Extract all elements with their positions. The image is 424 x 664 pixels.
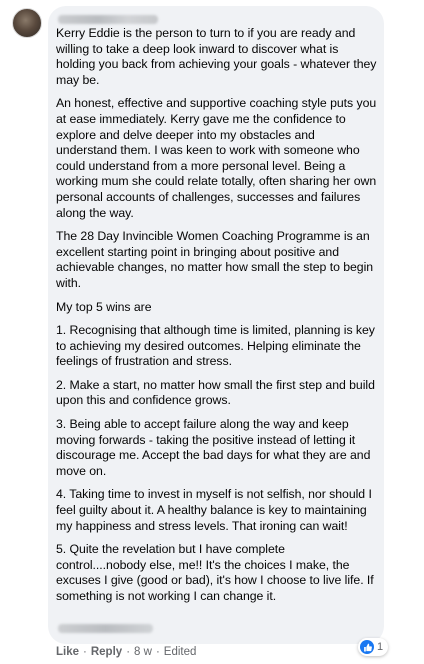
reply-button[interactable]: Reply <box>91 646 122 658</box>
reaction-summary[interactable]: 1 <box>358 638 389 656</box>
signature-redacted <box>58 624 153 633</box>
reaction-count: 1 <box>377 641 384 653</box>
thumbs-up-icon <box>360 640 374 654</box>
comment-paragraph: The 28 Day Invincible Women Coaching Pro… <box>56 229 374 290</box>
comment-paragraph: Kerry Eddie is the person to turn to if … <box>56 26 377 87</box>
comment-paragraph: My top 5 wins are <box>56 299 152 314</box>
timestamp-link[interactable]: 8 w <box>134 646 152 658</box>
comment-paragraph: 2. Make a start, no matter how small the… <box>56 377 375 408</box>
comment-paragraph: 3. Being able to accept failure along th… <box>56 417 371 478</box>
avatar[interactable] <box>12 8 42 38</box>
like-button[interactable]: Like <box>56 646 79 658</box>
comment-actions: Like · Reply · 8 w · Edited <box>56 646 196 658</box>
edited-label[interactable]: Edited <box>164 646 197 658</box>
comment-paragraph: An honest, effective and supportive coac… <box>56 96 377 220</box>
comment-paragraph: 1. Recognising that although time is lim… <box>56 323 375 369</box>
comment-body: Kerry Eddie is the person to turn to if … <box>56 26 378 613</box>
separator: · <box>83 646 87 658</box>
author-name-redacted[interactable] <box>58 15 158 24</box>
comment-paragraph: 5. Quite the revelation but I have compl… <box>56 542 374 603</box>
comment-bubble: Kerry Eddie is the person to turn to if … <box>48 6 384 644</box>
separator: · <box>126 646 131 658</box>
separator: · <box>155 646 160 658</box>
comment-paragraph: 4. Taking time to invest in myself is no… <box>56 487 372 533</box>
